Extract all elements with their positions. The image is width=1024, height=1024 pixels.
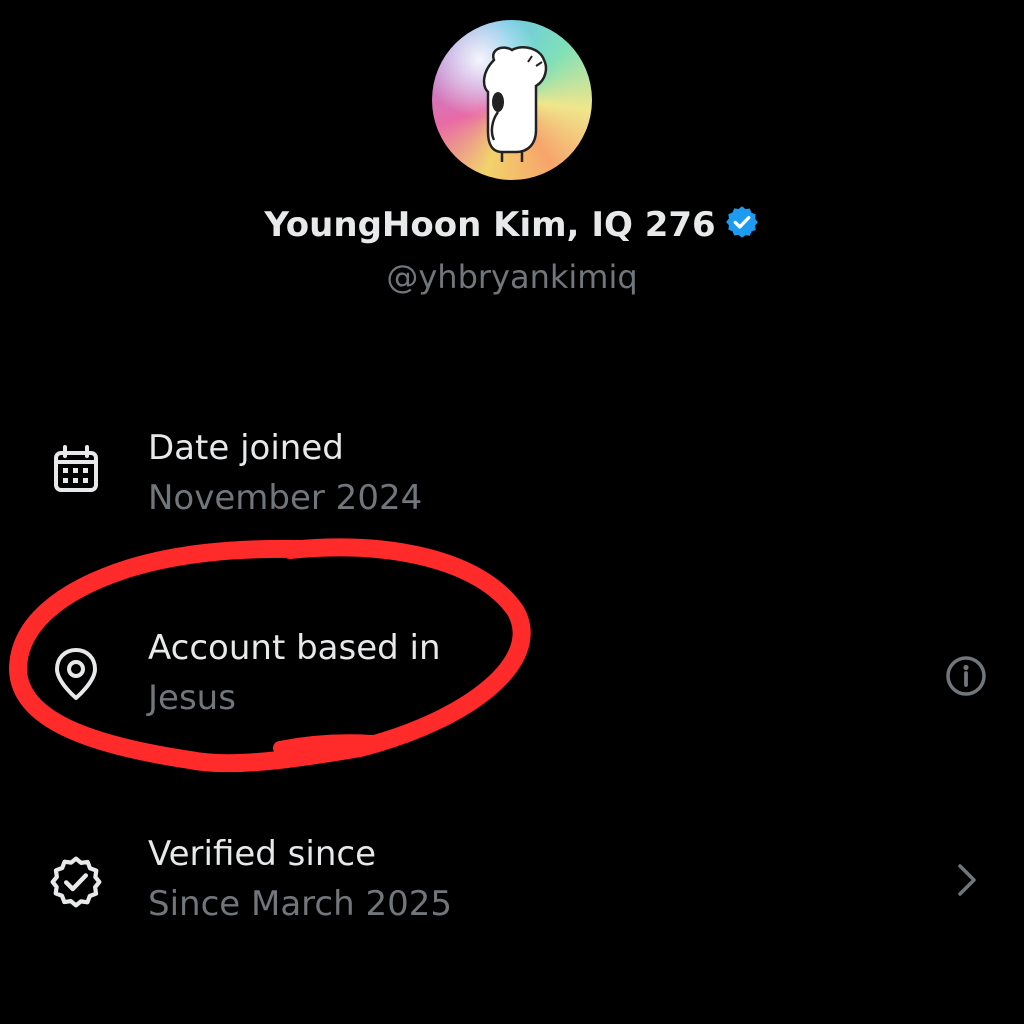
detail-value: Jesus [148, 678, 236, 718]
verified-badge-icon[interactable] [724, 204, 760, 249]
cartoon-character-avatar [482, 46, 548, 162]
location-pin-icon [48, 646, 104, 702]
detail-row-account-based-in: Account based in Jesus [0, 620, 1024, 730]
detail-label: Verified since [148, 834, 377, 874]
detail-label: Account based in [148, 628, 441, 668]
display-name-row: YoungHoon Kim, IQ 276 [0, 204, 1024, 249]
info-icon[interactable] [944, 654, 988, 698]
profile-about-screen: YoungHoon Kim, IQ 276 @yhbryankimiq Date… [0, 0, 1024, 1024]
detail-row-date-joined: Date joined November 2024 [0, 420, 1024, 530]
username-handle: @yhbryankimiq [386, 258, 638, 296]
detail-label: Date joined [148, 428, 344, 468]
detail-value: Since March 2025 [148, 884, 452, 924]
avatar[interactable] [432, 20, 592, 180]
verified-check-icon [48, 854, 104, 910]
display-name: YoungHoon Kim, IQ 276 [264, 205, 716, 245]
detail-row-verified-since[interactable]: Verified since Since March 2025 [0, 826, 1024, 936]
detail-value: November 2024 [148, 478, 423, 518]
chevron-right-icon[interactable] [944, 858, 988, 902]
calendar-icon [48, 442, 104, 498]
